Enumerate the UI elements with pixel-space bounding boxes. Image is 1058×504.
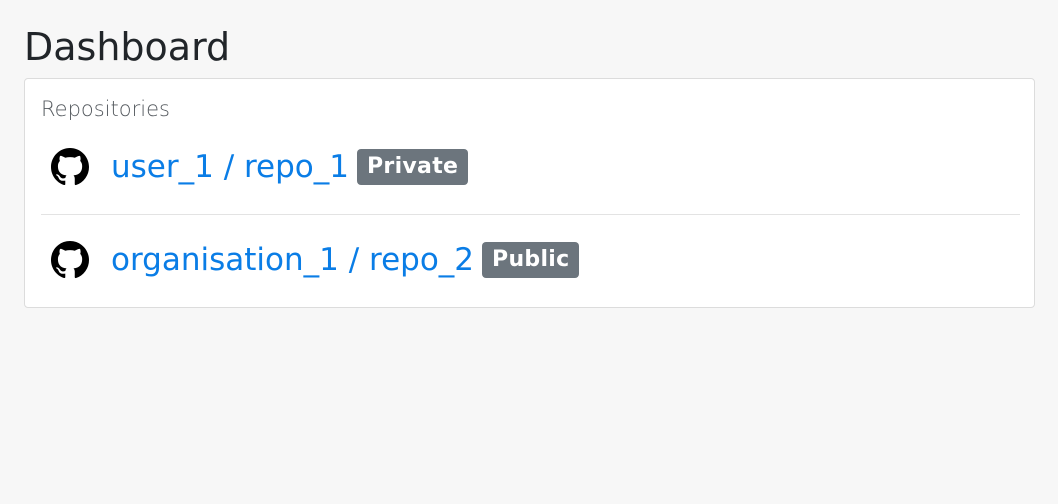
repo-list-item: organisation_1 / repo_2 Public bbox=[41, 232, 1018, 288]
repo-link-user-1-repo-1[interactable]: user_1 / repo_1 bbox=[111, 147, 349, 187]
divider bbox=[41, 214, 1020, 215]
page-title: Dashboard bbox=[24, 25, 231, 69]
repo-link-organisation-1-repo-2[interactable]: organisation_1 / repo_2 bbox=[111, 240, 474, 280]
repositories-heading: Repositories bbox=[41, 97, 170, 121]
github-icon bbox=[51, 148, 89, 186]
dashboard-page: Dashboard Repositories user_1 / repo_1 P… bbox=[0, 0, 1058, 504]
visibility-badge-public: Public bbox=[482, 242, 580, 278]
visibility-badge-private: Private bbox=[357, 149, 469, 185]
github-icon bbox=[51, 241, 89, 279]
repositories-card: Repositories user_1 / repo_1 Private org… bbox=[24, 78, 1035, 308]
repo-list-item: user_1 / repo_1 Private bbox=[41, 139, 1018, 195]
